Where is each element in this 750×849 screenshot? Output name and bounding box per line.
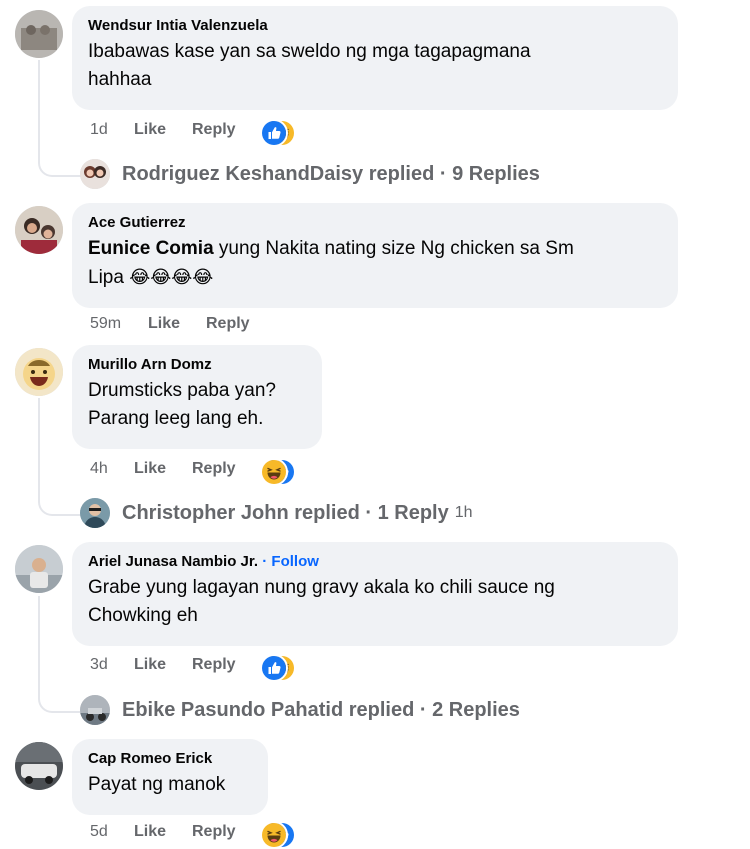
comment-text-fragment: Lipa [88, 267, 130, 288]
avatar[interactable] [15, 742, 63, 790]
comment-time[interactable]: 4h [90, 460, 108, 478]
reaction-summary[interactable]: 8 [260, 821, 296, 849]
like-button[interactable]: Like [148, 315, 180, 333]
replies-label[interactable]: Ebike Pasundo Pahatid replied · 2 Replie… [122, 699, 520, 722]
like-button[interactable]: Like [134, 121, 166, 139]
comment-time[interactable]: 59m [90, 315, 121, 333]
comment-text: Payat ng manok [88, 771, 252, 799]
comment-text-line: Grabe yung lagayan nung gravy akala ko c… [88, 577, 555, 598]
view-replies-link[interactable]: Rodriguez KeshandDaisy replied · 9 Repli… [80, 159, 540, 189]
comment-text-fragment: yung Nakita nating size Ng chicken sa Sm [213, 238, 574, 259]
avatar[interactable] [15, 10, 63, 58]
haha-icon [260, 458, 288, 486]
separator-dot: · [258, 553, 272, 570]
comment-time[interactable]: 3d [90, 656, 108, 674]
comment-text: Ibabawas kase yan sa sweldo ng mga tagap… [88, 38, 662, 94]
comment-text-line: Drumsticks paba yan? [88, 380, 276, 401]
author-name[interactable]: Ariel Junasa Nambio Jr. [88, 553, 258, 570]
haha-icon [260, 821, 288, 849]
avatar[interactable] [15, 348, 63, 396]
mention-link[interactable]: Eunice Comia [88, 238, 214, 259]
comment-bubble: Cap Romeo Erick Payat ng manok [72, 739, 268, 815]
avatar[interactable] [15, 206, 63, 254]
comment-bubble: Murillo Arn Domz Drumsticks paba yan? Pa… [72, 345, 322, 449]
like-button[interactable]: Like [134, 656, 166, 674]
comment-text-line: Eunice Comia yung Nakita nating size Ng … [88, 235, 662, 263]
view-replies-link[interactable]: Christopher John replied · 1 Reply 1h [80, 498, 473, 528]
thread-line [38, 60, 84, 177]
comment-time[interactable]: 1d [90, 121, 108, 139]
replies-label[interactable]: Christopher John replied · 1 Reply [122, 502, 449, 525]
comment-author[interactable]: Murillo Arn Domz [88, 355, 306, 375]
like-button[interactable]: Like [134, 823, 166, 841]
reply-avatar [80, 498, 110, 528]
like-icon [260, 119, 288, 147]
reply-button[interactable]: Reply [192, 656, 236, 674]
reaction-summary[interactable]: 22 [260, 654, 296, 682]
comment-bubble: Wendsur Intia Valenzuela Ibabawas kase y… [72, 6, 678, 110]
reply-button[interactable]: Reply [192, 121, 236, 139]
comment-text-line: Payat ng manok [88, 774, 226, 795]
comment-text-line: hahhaa [88, 69, 152, 90]
avatar[interactable] [15, 545, 63, 593]
comment-bubble: Ace Gutierrez Eunice Comia yung Nakita n… [72, 203, 678, 308]
comment-text: Grabe yung lagayan nung gravy akala ko c… [88, 574, 662, 630]
comment-bubble: Ariel Junasa Nambio Jr. · Follow Grabe y… [72, 542, 678, 646]
comment-time[interactable]: 5d [90, 823, 108, 841]
reply-button[interactable]: Reply [192, 460, 236, 478]
comment-text-line: Chowking eh [88, 605, 198, 626]
comment-author[interactable]: Wendsur Intia Valenzuela [88, 16, 662, 36]
replies-label[interactable]: Rodriguez KeshandDaisy replied · 9 Repli… [122, 163, 540, 186]
comment-text: Eunice Comia yung Nakita nating size Ng … [88, 235, 662, 292]
reply-avatar [80, 695, 110, 725]
reaction-summary[interactable]: 26 [260, 119, 296, 147]
comment-text-line: Parang leeg lang eh. [88, 408, 264, 429]
replies-time: 1h [454, 504, 473, 521]
reply-button[interactable]: Reply [192, 823, 236, 841]
view-replies-link[interactable]: Ebike Pasundo Pahatid replied · 2 Replie… [80, 695, 520, 725]
thread-line [38, 596, 84, 713]
like-button[interactable]: Like [134, 460, 166, 478]
reply-button[interactable]: Reply [206, 315, 250, 333]
comment-author[interactable]: Ariel Junasa Nambio Jr. · Follow [88, 552, 662, 572]
comment-text-line: Ibabawas kase yan sa sweldo ng mga tagap… [88, 41, 531, 62]
comment-text: Drumsticks paba yan? Parang leeg lang eh… [88, 377, 306, 433]
reaction-summary[interactable]: 3 [260, 458, 296, 486]
reply-avatar [80, 159, 110, 189]
follow-button[interactable]: Follow [271, 553, 319, 570]
comment-author[interactable]: Cap Romeo Erick [88, 749, 252, 769]
comment-text-line: Lipa 😂😂😂😂 [88, 263, 662, 292]
laughing-emoji: 😂😂😂😂 [129, 267, 214, 287]
comment-author[interactable]: Ace Gutierrez [88, 213, 662, 233]
thread-line [38, 398, 84, 516]
like-icon [260, 654, 288, 682]
